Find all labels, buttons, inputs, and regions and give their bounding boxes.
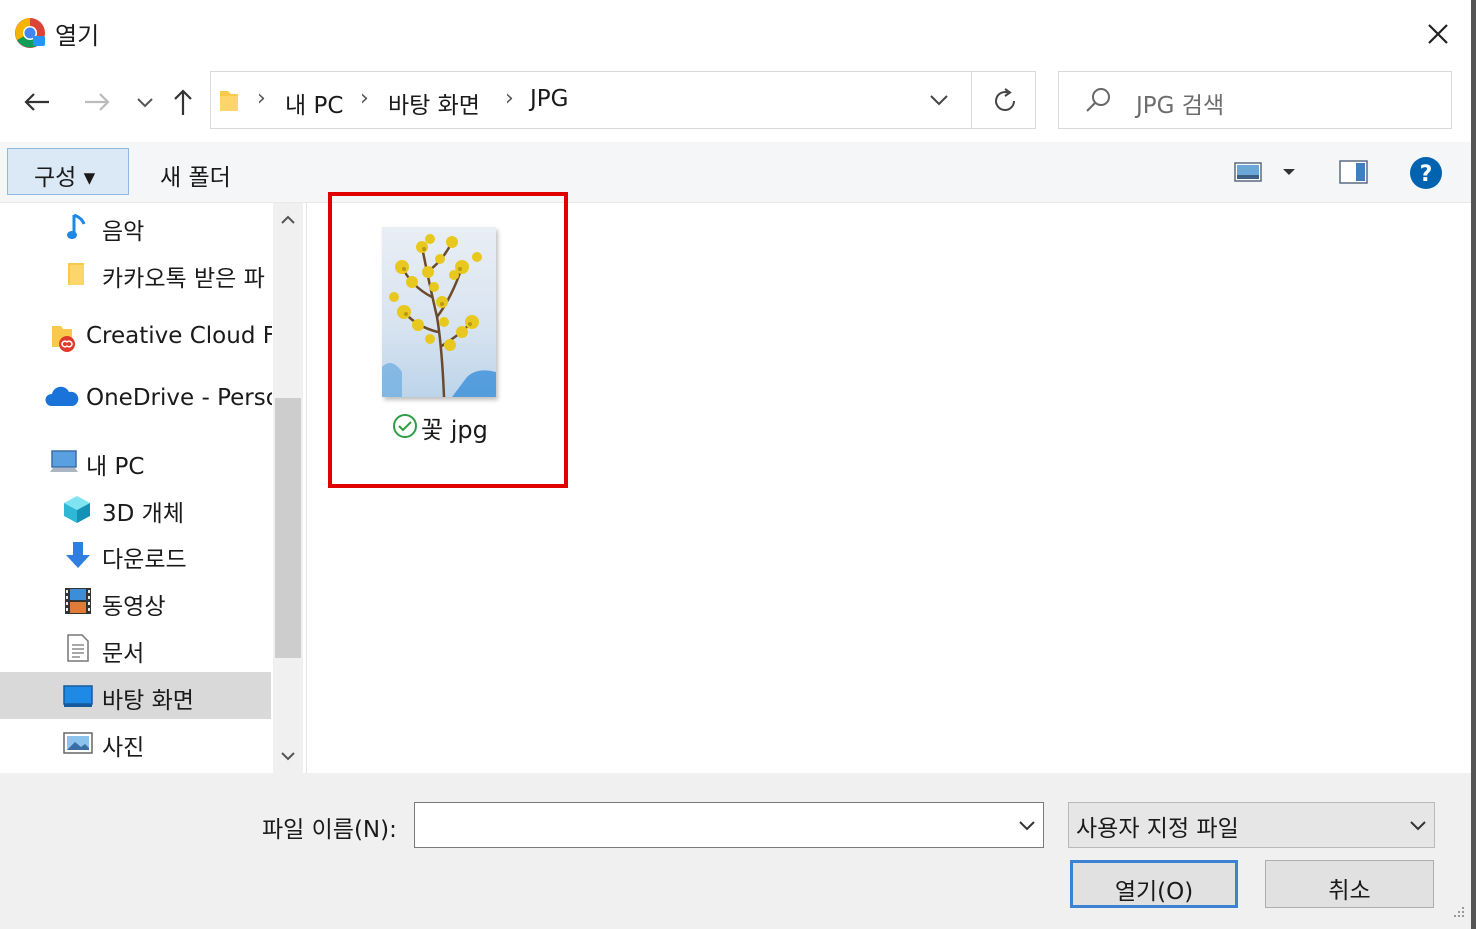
- onedrive-cloud-icon: [45, 386, 79, 414]
- recent-locations-button[interactable]: [125, 82, 165, 122]
- help-icon: ?: [1410, 157, 1442, 189]
- organize-label: 구성 ▾: [34, 165, 96, 191]
- breadcrumb-chevron-icon: ›: [505, 86, 514, 111]
- sidebar-item-onedrive[interactable]: OneDrive - Perso: [86, 385, 272, 411]
- view-options-dropdown[interactable]: [1280, 164, 1298, 183]
- sidebar-item-creative-cloud[interactable]: Creative Cloud Fil: [86, 323, 272, 349]
- sidebar-item-desktop[interactable]: 바탕 화면: [102, 681, 194, 715]
- desktop-icon: [62, 683, 94, 713]
- view-icon: [1234, 162, 1262, 182]
- back-button[interactable]: [17, 82, 57, 122]
- forward-button[interactable]: [77, 82, 117, 122]
- cancel-button[interactable]: 취소: [1265, 860, 1434, 908]
- bottom-panel: [0, 773, 1476, 929]
- close-button[interactable]: [1418, 14, 1458, 54]
- up-arrow-icon: [174, 89, 192, 115]
- sidebar-item-kakaotalk-folder[interactable]: 카카오톡 받은 파: [102, 259, 272, 293]
- sidebar-item-my-pc[interactable]: 내 PC: [86, 447, 144, 481]
- sidebar-item-3d-objects[interactable]: 3D 개체: [102, 494, 184, 528]
- pictures-icon: [62, 730, 94, 760]
- chevron-up-icon: [281, 215, 295, 224]
- chevron-down-icon: [1019, 821, 1035, 831]
- download-arrow-icon: [64, 540, 92, 574]
- sidebar-item-pictures[interactable]: 사진: [102, 728, 144, 762]
- dialog-title: 열기: [55, 22, 100, 50]
- file-name-label-text: 파일 이름(N):: [262, 817, 397, 843]
- annotation-highlight-box: [328, 192, 568, 488]
- chevron-down-icon: [1410, 821, 1426, 831]
- nav-scrollbar-thumb[interactable]: [275, 398, 301, 658]
- file-name-input[interactable]: [414, 802, 1044, 848]
- back-arrow-icon: [24, 93, 49, 111]
- address-history-button[interactable]: [928, 92, 950, 112]
- music-note-icon: [66, 212, 88, 246]
- search-placeholder: JPG 검색: [1136, 93, 1225, 119]
- breadcrumb-chevron-icon: ›: [257, 86, 266, 111]
- file-type-dropdown-icon: [1408, 818, 1428, 837]
- refresh-button[interactable]: [990, 86, 1020, 120]
- svg-text:?: ?: [1420, 162, 1433, 187]
- breadcrumb-my-pc[interactable]: 내 PC: [285, 86, 343, 120]
- close-icon: [1428, 24, 1448, 44]
- sidebar-item-downloads[interactable]: 다운로드: [102, 540, 187, 574]
- dropdown-arrow-icon: [1283, 169, 1295, 175]
- sidebar-item-documents[interactable]: 문서: [102, 634, 144, 668]
- chevron-down-icon: [281, 752, 295, 761]
- document-icon: [65, 633, 91, 667]
- background-window-edge: [700, 0, 1180, 6]
- search-box[interactable]: [1058, 71, 1452, 129]
- preview-pane-button[interactable]: [1339, 158, 1369, 190]
- chevron-down-icon: [137, 98, 153, 108]
- help-button[interactable]: ?: [1409, 156, 1443, 194]
- cube-3d-icon: [62, 494, 92, 528]
- resize-grip-icon[interactable]: [1448, 905, 1468, 929]
- new-folder-button[interactable]: 새 폴더: [160, 158, 231, 192]
- scroll-down-button[interactable]: [279, 748, 297, 767]
- preview-pane-icon: [1339, 160, 1368, 184]
- window-border: [1471, 0, 1476, 929]
- refresh-icon: [995, 88, 1015, 111]
- up-button[interactable]: [163, 82, 203, 122]
- chevron-down-icon: [930, 95, 948, 106]
- breadcrumb-jpg[interactable]: JPG: [530, 86, 568, 112]
- folder-icon: [66, 260, 88, 290]
- film-icon: [63, 586, 93, 620]
- folder-icon: [218, 87, 240, 117]
- address-divider: [971, 72, 972, 128]
- sidebar-item-videos[interactable]: 동영상: [102, 587, 165, 621]
- computer-icon: [48, 448, 80, 480]
- open-button[interactable]: 열기(O): [1070, 860, 1238, 908]
- search-icon: [1084, 86, 1112, 118]
- file-name-dropdown[interactable]: [1017, 818, 1037, 837]
- breadcrumb-desktop[interactable]: 바탕 화면: [388, 86, 480, 120]
- cancel-button-label: 취소: [1328, 878, 1371, 904]
- breadcrumb-chevron-icon: ›: [360, 86, 369, 111]
- chrome-app-icon: [14, 17, 46, 49]
- creative-cloud-folder-icon: [50, 323, 80, 357]
- file-type-value: 사용자 지정 파일: [1076, 816, 1239, 842]
- sidebar-item-music[interactable]: 음악: [102, 212, 144, 246]
- forward-arrow-icon: [85, 93, 110, 111]
- change-view-button[interactable]: [1234, 160, 1264, 188]
- title-bar: [0, 0, 1476, 62]
- scroll-up-button[interactable]: [279, 212, 297, 231]
- open-button-label: 열기(O): [1114, 879, 1194, 905]
